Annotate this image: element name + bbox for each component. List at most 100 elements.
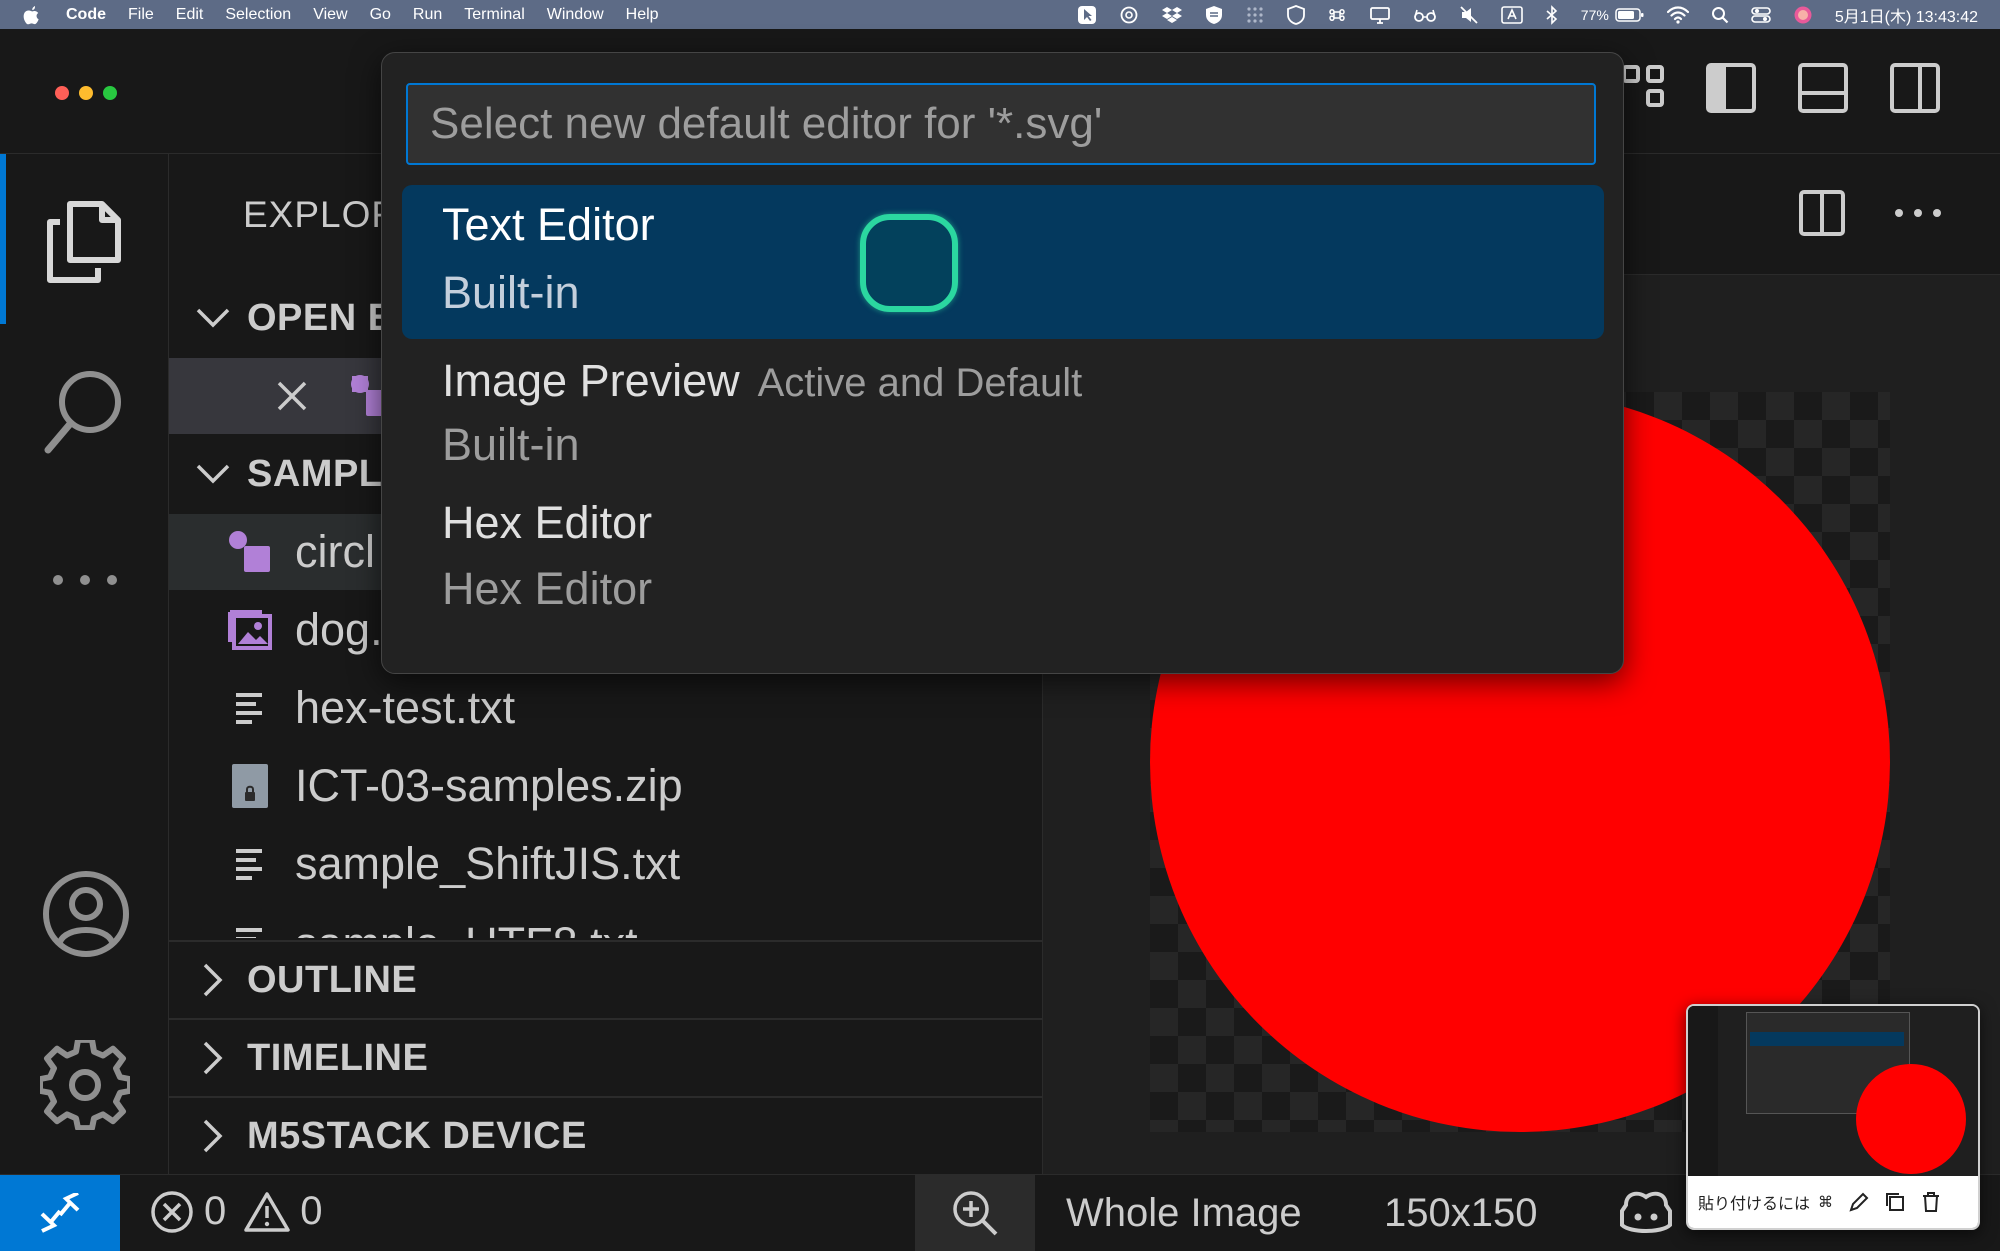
zoom-mode-status[interactable]: Whole Image <box>1066 1191 1302 1236</box>
window-minimize-button[interactable] <box>79 86 93 100</box>
item-label: Text Editor <box>442 199 655 251</box>
text-file-icon <box>225 847 275 881</box>
siri-icon[interactable] <box>1793 5 1813 25</box>
explorer-icon[interactable] <box>44 196 124 286</box>
menu-view[interactable]: View <box>313 6 347 24</box>
trash-icon[interactable] <box>1919 1190 1943 1214</box>
macos-menubar: Code File Edit Selection View Go Run Ter… <box>0 0 2000 29</box>
menu-terminal[interactable]: Terminal <box>464 6 524 24</box>
outline-label: OUTLINE <box>247 958 418 1001</box>
battery-indicator[interactable]: 77% <box>1581 7 1645 23</box>
toggle-secondary-sidebar-icon[interactable] <box>1890 63 1940 113</box>
shield-app-icon[interactable] <box>1205 5 1223 25</box>
file-item-hex-test[interactable]: hex-test.txt <box>169 670 1042 746</box>
zoom-in-icon[interactable] <box>915 1175 1035 1251</box>
menubar-clock[interactable]: 5月1日(木) 13:43:42 <box>1835 3 1978 27</box>
item-label-text: Image Preview <box>442 355 740 406</box>
screenshot-thumbnail[interactable]: 貼り付けるには ⌘ <box>1686 1004 1980 1230</box>
menu-run[interactable]: Run <box>413 6 442 24</box>
quickpick-item-text-editor[interactable]: Text Editor Built-in <box>402 185 1604 339</box>
thumbnail-sidebar <box>1688 1006 1718 1176</box>
file-item-shiftjis[interactable]: sample_ShiftJIS.txt <box>169 826 1042 902</box>
wifi-icon[interactable] <box>1666 5 1689 24</box>
battery-percent: 77% <box>1580 6 1609 23</box>
command-key-glyph: ⌘ <box>1818 1194 1834 1211</box>
split-editor-icon[interactable] <box>1799 190 1845 236</box>
settings-gear-icon[interactable] <box>40 1040 130 1130</box>
bluetooth-icon[interactable] <box>1545 4 1559 25</box>
item-label-text: Text Editor <box>442 199 655 250</box>
apple-logo-icon[interactable] <box>22 5 42 25</box>
item-detail: Hex Editor <box>442 563 653 614</box>
window-close-button[interactable] <box>55 86 69 100</box>
spotlight-search-icon[interactable] <box>1711 6 1729 24</box>
accounts-icon[interactable] <box>42 870 130 958</box>
more-views-icon[interactable] <box>50 570 120 590</box>
input-method-icon[interactable] <box>1500 5 1523 25</box>
warning-count: 0 <box>300 1189 323 1233</box>
remote-indicator-icon[interactable] <box>0 1175 120 1251</box>
control-center-icon[interactable] <box>1751 5 1771 25</box>
chatgpt-icon[interactable] <box>1119 5 1139 25</box>
dropbox-icon[interactable] <box>1161 5 1183 25</box>
active-view-indicator <box>0 154 6 324</box>
menu-go[interactable]: Go <box>370 6 391 24</box>
chevron-right-icon <box>183 1119 243 1153</box>
timeline-section-header[interactable]: TIMELINE <box>169 1020 1042 1096</box>
toggle-primary-sidebar-icon[interactable] <box>1706 63 1756 113</box>
m5stack-device-section-header[interactable]: M5STACK DEVICE <box>169 1098 1042 1174</box>
toggle-panel-icon[interactable] <box>1798 63 1848 113</box>
warning-icon <box>244 1191 290 1232</box>
outline-section-header[interactable]: OUTLINE <box>169 942 1042 1018</box>
file-item-ict-zip[interactable]: ICT-03-samples.zip <box>169 748 1042 824</box>
customize-layout-icon[interactable] <box>1622 63 1666 111</box>
quickpick-input[interactable] <box>406 83 1596 165</box>
search-icon[interactable] <box>44 366 128 456</box>
thumbnail-preview <box>1688 1006 1978 1176</box>
file-name: dog. <box>295 604 383 655</box>
error-icon <box>151 1190 193 1233</box>
copilot-icon[interactable] <box>1618 1187 1674 1237</box>
item-description: Active and Default <box>757 361 1083 405</box>
more-actions-icon[interactable] <box>1893 206 1943 220</box>
menu-help[interactable]: Help <box>626 6 659 24</box>
image-dimensions-status: 150x150 <box>1384 1191 1538 1235</box>
cursor-app-icon[interactable] <box>1077 5 1097 25</box>
close-icon[interactable] <box>267 380 317 412</box>
chevron-right-icon <box>183 963 243 997</box>
file-name: sample_ShiftJIS.txt <box>295 838 681 889</box>
menu-file[interactable]: File <box>128 6 154 24</box>
file-item-utf8[interactable]: sample_UTF8.txt <box>169 904 1042 938</box>
open-editors-label: OPEN E <box>247 296 394 339</box>
item-detail: Built-in <box>442 419 580 470</box>
menu-selection[interactable]: Selection <box>225 6 291 24</box>
file-name: circl <box>295 526 375 577</box>
quickpick-item-image-preview[interactable]: Image Preview Active and Default Built-in <box>402 341 1604 495</box>
file-name: ICT-03-samples.zip <box>295 760 683 811</box>
click-indicator <box>860 214 958 312</box>
grid-dots-icon[interactable] <box>1245 5 1265 25</box>
window-zoom-button[interactable] <box>103 86 117 100</box>
file-name: sample_UTF8.txt <box>295 918 638 938</box>
item-label: Hex Editor <box>442 497 652 549</box>
menu-edit[interactable]: Edit <box>176 6 204 24</box>
quickpick-item-hex-editor[interactable]: Hex Editor Hex Editor <box>402 497 1604 651</box>
file-name: hex-test.txt <box>295 682 516 733</box>
menu-app-code[interactable]: Code <box>66 6 106 24</box>
thumbnail-circle <box>1856 1064 1966 1174</box>
item-label: Image Preview Active and Default <box>442 355 1082 407</box>
security-shield-icon[interactable] <box>1286 4 1305 25</box>
menu-window[interactable]: Window <box>547 6 604 24</box>
markup-pen-icon[interactable] <box>1847 1190 1871 1214</box>
thumbnail-highlight <box>1750 1032 1904 1046</box>
problems-indicator[interactable]: 0 0 <box>150 1189 323 1234</box>
text-file-icon <box>225 926 275 938</box>
mute-icon[interactable] <box>1459 5 1479 25</box>
display-icon[interactable] <box>1369 5 1391 25</box>
copy-icon[interactable] <box>1883 1190 1907 1214</box>
text-file-icon <box>225 691 275 725</box>
glasses-icon[interactable] <box>1413 5 1437 25</box>
select-default-editor-quickpick: Text Editor Built-in Image Preview Active… <box>381 52 1624 674</box>
command-key-icon[interactable] <box>1327 5 1347 25</box>
svg-file-icon <box>225 530 275 574</box>
